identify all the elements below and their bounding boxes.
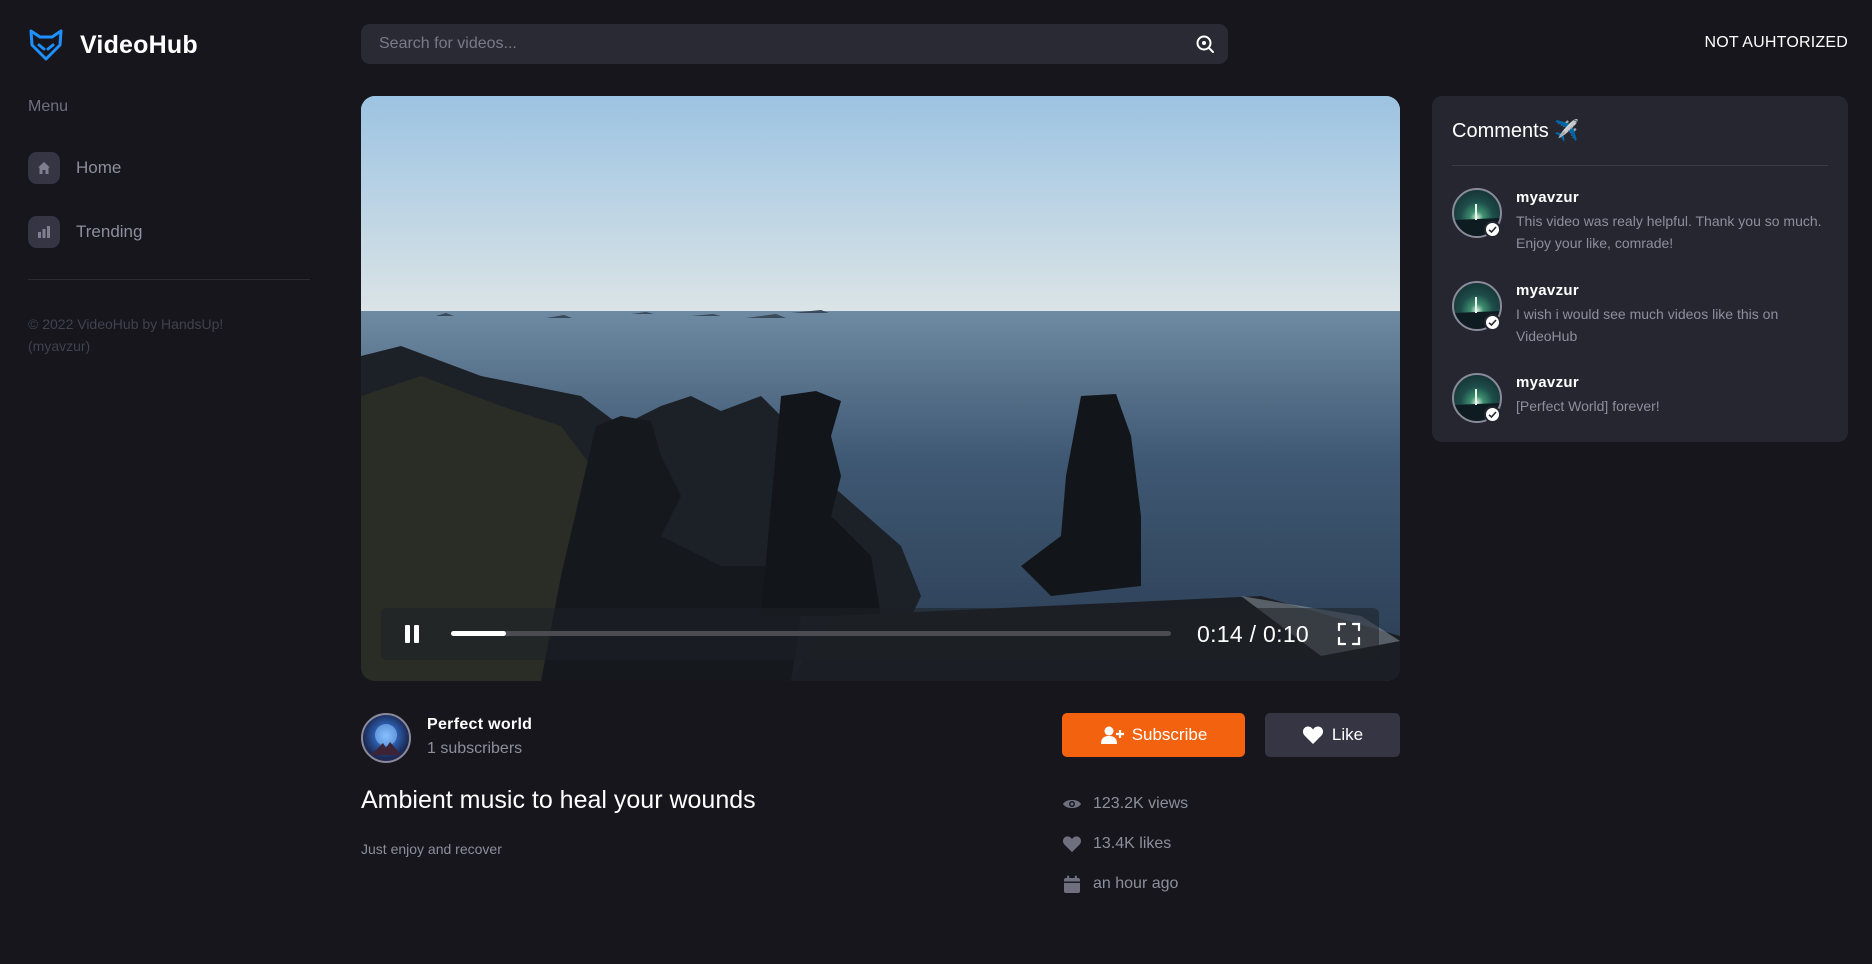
verified-check-icon	[1484, 406, 1501, 423]
comment-text: This video was realy helpful. Thank you …	[1516, 213, 1822, 251]
video-frame-image	[361, 96, 1400, 681]
user-plus-icon	[1100, 725, 1124, 745]
channel-name[interactable]: Perfect world	[427, 716, 532, 734]
views-count: 123.2K views	[1093, 795, 1189, 812]
like-button[interactable]: Like	[1265, 713, 1400, 757]
home-icon	[28, 152, 60, 184]
upload-date: an hour ago	[1093, 875, 1179, 892]
eye-icon	[1062, 794, 1082, 814]
timecode: 0:14 / 0:10	[1197, 621, 1309, 647]
comments-divider	[1452, 165, 1828, 166]
search-input[interactable]	[361, 24, 1182, 64]
comment-username[interactable]: myavzur	[1516, 282, 1579, 299]
pause-icon[interactable]	[401, 623, 423, 645]
upload-date-stat: an hour ago	[1062, 873, 1178, 895]
verified-check-icon	[1484, 221, 1501, 238]
channel-avatar[interactable]	[361, 713, 411, 763]
calendar-icon	[1062, 874, 1082, 894]
sidebar-item-trending[interactable]: Trending	[28, 216, 142, 248]
sidebar: VideoHub Menu Home Trending © 2022 Video…	[28, 0, 310, 964]
like-label: Like	[1331, 725, 1364, 744]
brand-logo-link[interactable]: VideoHub	[28, 28, 198, 62]
video-description: Just enjoy and recover	[361, 841, 502, 857]
sidebar-item-label: Home	[76, 158, 122, 177]
copyright-text: © 2022 VideoHub by HandsUp! (myavzur)	[28, 316, 224, 354]
comment-text: I wish i would see much videos like this…	[1516, 306, 1779, 344]
fullscreen-icon[interactable]	[1337, 622, 1361, 646]
fox-logo-icon	[28, 28, 64, 62]
channel-subscribers: 1 subscribers	[427, 740, 523, 757]
subscribe-button[interactable]: Subscribe	[1062, 713, 1245, 757]
views-stat: 123.2K views	[1062, 793, 1188, 815]
sidebar-item-label: Trending	[76, 222, 143, 241]
likes-stat: 13.4K likes	[1062, 833, 1171, 855]
comment-username[interactable]: myavzur	[1516, 374, 1579, 391]
bar-chart-icon	[28, 216, 60, 248]
progress-bar[interactable]	[451, 631, 1171, 636]
verified-check-icon	[1484, 314, 1501, 331]
progress-fill	[451, 631, 506, 636]
sidebar-divider	[28, 279, 310, 280]
brand-name: VideoHub	[80, 30, 198, 59]
comment-text: [Perfect World] forever!	[1516, 398, 1660, 414]
heart-icon	[1302, 725, 1324, 745]
search-bar	[361, 24, 1228, 64]
menu-heading: Menu	[28, 98, 69, 115]
heart-icon	[1062, 834, 1082, 854]
sidebar-item-home[interactable]: Home	[28, 152, 121, 184]
likes-count: 13.4K likes	[1093, 835, 1172, 852]
video-title: Ambient music to heal your wounds	[361, 786, 756, 814]
auth-status[interactable]: NOT AUHTORIZED	[1704, 34, 1848, 52]
comments-panel: Comments ✈️ myavzur This video was realy…	[1432, 96, 1848, 442]
comments-title: Comments ✈️	[1452, 120, 1580, 142]
video-player[interactable]: 0:14 / 0:10	[361, 96, 1400, 681]
subscribe-label: Subscribe	[1131, 725, 1208, 744]
comment-username[interactable]: myavzur	[1516, 189, 1579, 206]
player-controls: 0:14 / 0:10	[381, 608, 1379, 660]
search-icon[interactable]	[1182, 24, 1228, 64]
